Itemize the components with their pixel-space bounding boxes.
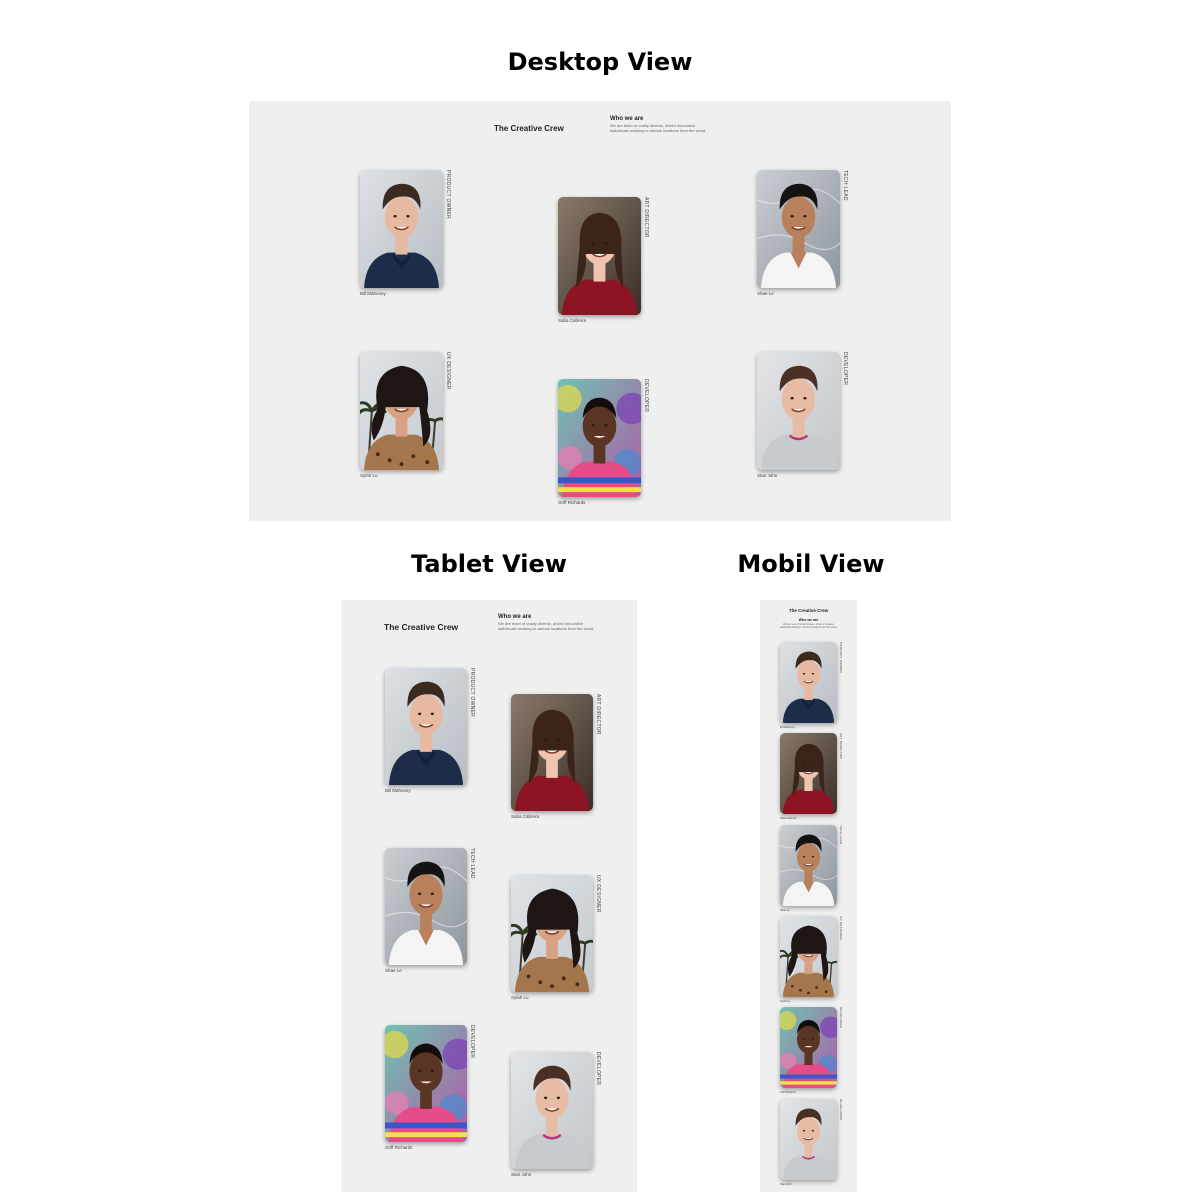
member-name: Bill Mahoney — [360, 291, 386, 296]
man-navy-polo-portrait — [780, 642, 837, 723]
man-white-vneck-portrait — [780, 825, 837, 906]
member-role: Art Director — [595, 694, 601, 735]
member-role: Developer — [595, 1052, 601, 1086]
member-name: Bill Mahoney — [385, 788, 411, 793]
man-white-vneck-portrait — [385, 848, 467, 965]
member-name: Griff Richards — [385, 1145, 413, 1150]
desktop-frame: The Creative Crew Who we are We are team… — [249, 101, 951, 521]
member-card[interactable]: UX Designer Sylah Lu — [780, 916, 849, 1007]
man-navy-polo-portrait — [360, 170, 443, 288]
who-we-are-title: Who we are — [610, 116, 644, 122]
man-grey-sweater-portrait — [511, 1052, 593, 1169]
desktop-view-heading: Desktop View — [507, 48, 693, 76]
member-role: UX Designer — [595, 875, 601, 913]
member-name: Stan John — [511, 1172, 532, 1177]
member-role: Developer — [839, 1099, 843, 1121]
member-card[interactable]: Product Owner Bill Mahoney — [385, 668, 479, 795]
member-role: Product Owner — [445, 170, 451, 220]
member-role: UX Designer — [445, 352, 451, 390]
man-striped-shirt-portrait — [780, 1007, 837, 1088]
man-navy-polo-portrait — [385, 668, 467, 785]
man-striped-shirt-portrait — [385, 1025, 467, 1142]
man-grey-sweater-portrait — [780, 1099, 837, 1180]
member-name: Saba Cabrera — [780, 817, 797, 820]
member-role: Art Director — [643, 197, 649, 238]
member-role: Product Owner — [839, 642, 843, 674]
member-name: Stan John — [757, 473, 778, 478]
woman-leopard-top-portrait — [780, 916, 837, 997]
mobile-frame: The Creative Crew Who we are We are team… — [760, 600, 857, 1192]
member-card[interactable]: Developer Griff Richards — [385, 1025, 479, 1152]
member-role: Art Director — [839, 733, 843, 759]
woman-leopard-top-portrait — [360, 352, 443, 470]
who-we-are-block: Who we are We are team of craiity divers… — [498, 614, 598, 631]
member-card[interactable]: UX Designer Sylah Lu — [511, 875, 605, 1002]
woman-red-top-portrait — [780, 733, 837, 814]
member-role: Tech Lead — [839, 825, 843, 845]
who-we-are-text: We are team of craiity diverse, driven i… — [610, 123, 707, 133]
member-card[interactable]: UX Designer Sylah Lu — [360, 352, 455, 480]
who-we-are-block: Who we are We are team of craiity divers… — [778, 618, 839, 629]
woman-leopard-top-portrait — [511, 875, 593, 992]
member-name: Stan John — [780, 1183, 792, 1186]
mobile-view-heading: Mobil View — [737, 550, 885, 578]
member-card[interactable]: Tech Lead Shae Le — [757, 170, 852, 298]
member-name: Griff Richards — [780, 1091, 796, 1094]
who-we-are-block: Who we are We are team of craiity divers… — [610, 116, 710, 133]
member-name: Sylah Lu — [511, 995, 529, 1000]
member-name: Sylah Lu — [360, 473, 378, 478]
member-card[interactable]: Developer Griff Richards — [780, 1007, 849, 1098]
member-card[interactable]: Tech Lead Shae Le — [385, 848, 479, 975]
member-name: Saba Cabrera — [558, 318, 587, 323]
member-card[interactable]: Developer Griff Richards — [558, 379, 653, 507]
member-role: Developer — [842, 352, 848, 386]
man-white-vneck-portrait — [757, 170, 840, 288]
who-we-are-text: We are team of craiity diverse, driven i… — [498, 621, 595, 631]
member-name: Shae Le — [757, 291, 774, 296]
member-role: Developer — [839, 1007, 843, 1029]
page-title: The Creative Crew — [788, 608, 829, 613]
member-card[interactable]: Art Director Saba Cabrera — [511, 694, 605, 821]
who-we-are-title: Who we are — [498, 614, 532, 620]
member-card[interactable]: Developer Stan John — [780, 1099, 849, 1190]
page-title: The Creative Crew — [384, 622, 459, 632]
member-card[interactable]: Developer Stan John — [757, 352, 852, 480]
member-name: Sylah Lu — [780, 1000, 791, 1003]
member-role: Developer — [643, 379, 649, 413]
member-name: Saba Cabrera — [511, 814, 540, 819]
tablet-view-heading: Tablet View — [411, 550, 567, 578]
member-card[interactable]: Art Director Saba Cabrera — [780, 733, 849, 824]
who-we-are-title: Who we are — [798, 618, 819, 622]
woman-red-top-portrait — [511, 694, 593, 811]
member-name: Griff Richards — [558, 500, 586, 505]
member-card[interactable]: Tech Lead Shae Le — [780, 825, 849, 916]
member-card[interactable]: Product Owner Bill Mahoney — [360, 170, 455, 298]
member-name: Shae Le — [780, 909, 790, 912]
tablet-frame: The Creative Crew Who we are We are team… — [341, 600, 637, 1192]
member-name: Bill Mahoney — [780, 726, 795, 729]
man-striped-shirt-portrait — [558, 379, 641, 497]
who-we-are-text: We are team of craiity diverse, driven i… — [779, 623, 838, 629]
member-role: Developer — [469, 1025, 475, 1059]
member-card[interactable]: Art Director Saba Cabrera — [558, 197, 653, 325]
member-role: Tech Lead — [469, 848, 475, 879]
man-grey-sweater-portrait — [757, 352, 840, 470]
member-card[interactable]: Product Owner Bill Mahoney — [780, 642, 849, 733]
member-card[interactable]: Developer Stan John — [511, 1052, 605, 1179]
member-role: Tech Lead — [842, 170, 848, 201]
member-name: Shae Le — [385, 968, 402, 973]
page-title: The Creative Crew — [494, 124, 564, 133]
member-role: Product Owner — [469, 668, 475, 718]
member-role: UX Designer — [839, 916, 843, 940]
woman-red-top-portrait — [558, 197, 641, 315]
